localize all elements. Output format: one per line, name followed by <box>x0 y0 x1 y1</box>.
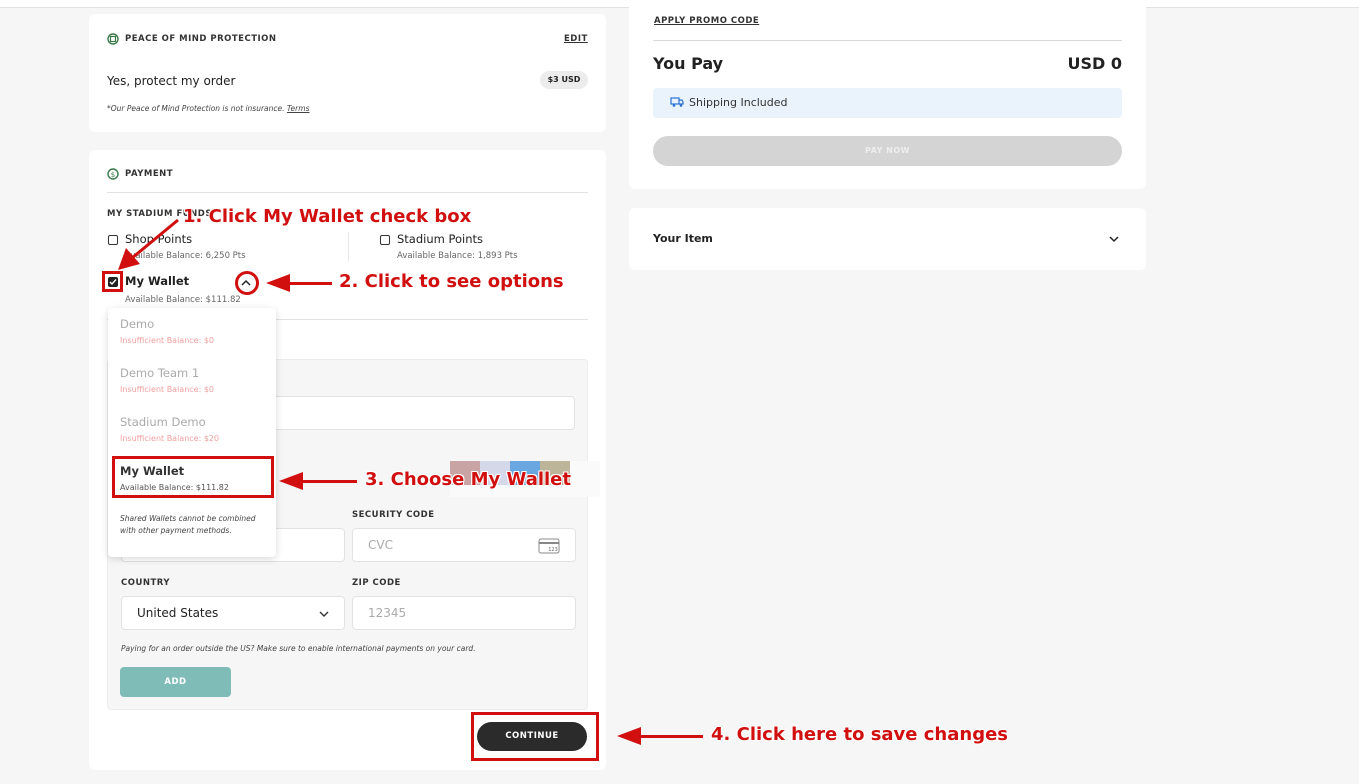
arrow-2-head <box>266 274 290 292</box>
wallet-dropdown: Demo Insufficient Balance: $0 Demo Team … <box>108 308 276 557</box>
annotation-step-2: 2. Click to see options <box>339 271 564 292</box>
shield-icon <box>107 33 119 45</box>
shipping-text: Shipping Included <box>689 96 788 109</box>
highlight-continue-button <box>471 712 599 761</box>
wallet-option-demo-team-1[interactable]: Demo Team 1 Insufficient Balance: $0 <box>108 357 276 406</box>
stadium-points-label: Stadium Points <box>397 232 484 246</box>
arrow-1 <box>118 218 179 270</box>
dollar-circle-icon: $ <box>107 168 119 180</box>
annotation-step-3: 3. Choose My Wallet <box>365 469 571 490</box>
wallet-option-name: Stadium Demo <box>120 415 206 429</box>
you-pay-label: You Pay <box>653 54 724 73</box>
summary-card: APPLY PROMO CODE You Pay USD 0 Shipping … <box>629 0 1146 189</box>
country-value: United States <box>137 606 219 620</box>
promo-link[interactable]: APPLY PROMO CODE <box>654 16 759 26</box>
your-item-card[interactable]: Your Item <box>629 208 1146 270</box>
annotation-step-1: 1. Click My Wallet check box <box>183 206 472 227</box>
price-badge: $3 USD <box>540 71 588 89</box>
cvc-placeholder: CVC <box>368 538 393 552</box>
pay-now-button[interactable]: PAY NOW <box>653 136 1122 166</box>
name-field[interactable] <box>264 396 575 430</box>
stadium-points-checkbox[interactable] <box>380 235 390 245</box>
my-wallet-label: My Wallet <box>125 274 190 288</box>
arrow-4-head <box>617 727 641 745</box>
annotation-step-4: 4. Click here to save changes <box>711 724 1009 745</box>
add-button[interactable]: ADD <box>120 667 231 697</box>
protection-note: *Our Peace of Mind Protection is not ins… <box>107 104 309 113</box>
your-item-label: Your Item <box>653 232 713 245</box>
arrow-4-line <box>639 735 703 738</box>
protection-option: Yes, protect my order <box>107 74 236 88</box>
highlight-my-wallet-option <box>112 456 274 498</box>
zip-label: ZIP CODE <box>352 578 401 588</box>
arrow-3-head <box>279 472 303 490</box>
protection-card: PEACE OF MIND PROTECTION EDIT Yes, prote… <box>89 14 606 132</box>
country-select[interactable]: United States <box>121 596 345 630</box>
shipping-banner: Shipping Included <box>653 88 1122 118</box>
country-label: COUNTRY <box>121 578 171 588</box>
protection-note-text: *Our Peace of Mind Protection is not ins… <box>107 104 285 113</box>
highlight-chevron-circle <box>235 271 259 295</box>
divider <box>107 192 588 193</box>
column-divider <box>348 232 349 262</box>
you-pay-value: USD 0 <box>1067 54 1123 73</box>
terms-link[interactable]: Terms <box>287 104 310 113</box>
arrow-2-line <box>288 282 332 285</box>
stadium-points-balance: Available Balance: 1,893 Pts <box>397 251 518 261</box>
svg-text:123: 123 <box>548 547 558 553</box>
chevron-down-icon <box>319 611 329 617</box>
wallet-option-balance: Insufficient Balance: $20 <box>120 434 220 443</box>
zip-placeholder: 12345 <box>368 606 407 620</box>
zip-input[interactable]: 12345 <box>352 596 576 630</box>
divider <box>653 40 1122 41</box>
wallet-option-balance: Insufficient Balance: $0 <box>120 385 215 394</box>
truck-icon <box>670 97 684 107</box>
wallet-option-demo[interactable]: Demo Insufficient Balance: $0 <box>108 308 276 357</box>
security-label: SECURITY CODE <box>352 510 435 520</box>
arrow-3-line <box>301 480 357 483</box>
edit-link[interactable]: EDIT <box>564 34 588 44</box>
payment-title: PAYMENT <box>125 169 174 179</box>
wallet-option-name: Demo Team 1 <box>120 366 200 380</box>
wallet-dropdown-note: Shared Wallets cannot be combined with o… <box>120 514 256 535</box>
card-icon: 123 <box>538 538 560 554</box>
my-wallet-balance: Available Balance: $111.82 <box>125 295 241 305</box>
intl-note: Paying for an order outside the US? Make… <box>121 644 476 653</box>
wallet-option-name: Demo <box>120 317 155 331</box>
protection-title: PEACE OF MIND PROTECTION <box>125 34 277 44</box>
wallet-option-balance: Insufficient Balance: $0 <box>120 336 215 345</box>
svg-text:$: $ <box>111 171 115 179</box>
wallet-option-stadium-demo[interactable]: Stadium Demo Insufficient Balance: $20 <box>108 406 276 455</box>
cvc-input[interactable]: CVC 123 <box>352 528 576 562</box>
chevron-down-icon <box>1109 236 1119 243</box>
